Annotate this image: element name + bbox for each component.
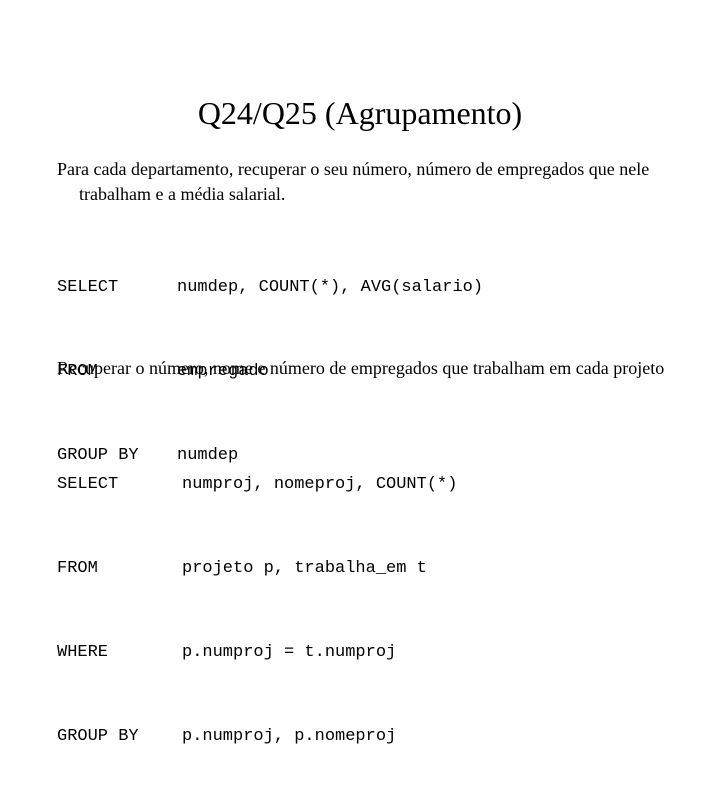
code-line: SELECT numproj, nomeproj, COUNT(*)	[57, 471, 457, 499]
page-title: Q24/Q25 (Agrupamento)	[197, 95, 523, 132]
sql-keyword: SELECT	[57, 278, 119, 297]
sql-keyword: FROM	[57, 559, 98, 578]
question-text-q24: Para cada departamento, recuperar o seu …	[57, 159, 650, 204]
code-line: WHERE p.numproj = t.numproj	[57, 639, 457, 667]
sql-code-block-q25: SELECT numproj, nomeproj, COUNT(*) FROM pr…	[57, 415, 457, 807]
slide-canvas: Q24/Q25 (Agrupamento) Para cada departam…	[0, 0, 720, 746]
code-line: GROUP BY p.numproj, p.nomeproj	[57, 723, 457, 751]
sql-expression: projeto p, trabalha_em t	[182, 559, 427, 578]
sql-expression: numdep, COUNT(*), AVG(salario)	[177, 278, 484, 297]
sql-expression: p.numproj = t.numproj	[182, 643, 397, 662]
sql-expression: numproj, nomeproj, COUNT(*)	[182, 475, 458, 494]
question-text-q25: Recuperar o número, nome e número de emp…	[57, 358, 665, 378]
sql-expression: p.numproj, p.nomeproj	[182, 727, 397, 746]
sql-keyword: SELECT	[57, 475, 119, 494]
sql-keyword: GROUP BY	[57, 727, 139, 746]
sql-keyword: WHERE	[57, 643, 109, 662]
code-line: SELECT numdep, COUNT(*), AVG(salario)	[57, 274, 483, 302]
code-line: FROM projeto p, trabalha_em t	[57, 555, 457, 583]
